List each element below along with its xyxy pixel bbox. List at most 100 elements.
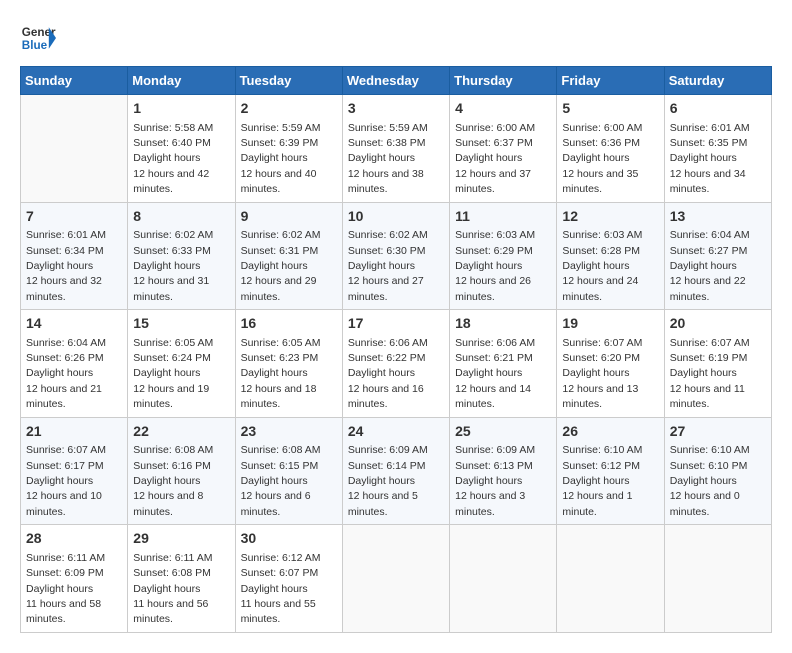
day-info: Sunrise: 6:09 AMSunset: 6:14 PMDaylight … [348,444,428,518]
calendar-cell [21,95,128,203]
day-info: Sunrise: 5:58 AMSunset: 6:40 PMDaylight … [133,122,213,196]
day-info: Sunrise: 6:03 AMSunset: 6:29 PMDaylight … [455,229,535,303]
weekday-header-friday: Friday [557,67,664,95]
calendar-cell: 30 Sunrise: 6:12 AMSunset: 6:07 PMDaylig… [235,525,342,633]
weekday-header-monday: Monday [128,67,235,95]
day-number: 23 [241,422,337,442]
calendar-cell [450,525,557,633]
calendar-cell [342,525,449,633]
day-number: 29 [133,529,229,549]
calendar-cell: 4 Sunrise: 6:00 AMSunset: 6:37 PMDayligh… [450,95,557,203]
calendar-cell: 15 Sunrise: 6:05 AMSunset: 6:24 PMDaylig… [128,310,235,418]
day-number: 17 [348,314,444,334]
day-info: Sunrise: 6:10 AMSunset: 6:10 PMDaylight … [670,444,750,518]
day-number: 15 [133,314,229,334]
day-info: Sunrise: 6:07 AMSunset: 6:20 PMDaylight … [562,337,642,411]
day-info: Sunrise: 6:01 AMSunset: 6:34 PMDaylight … [26,229,106,303]
day-info: Sunrise: 6:08 AMSunset: 6:15 PMDaylight … [241,444,321,518]
day-info: Sunrise: 6:12 AMSunset: 6:07 PMDaylight … [241,552,321,626]
calendar-cell [557,525,664,633]
calendar-cell: 28 Sunrise: 6:11 AMSunset: 6:09 PMDaylig… [21,525,128,633]
day-info: Sunrise: 5:59 AMSunset: 6:38 PMDaylight … [348,122,428,196]
day-info: Sunrise: 6:09 AMSunset: 6:13 PMDaylight … [455,444,535,518]
day-number: 7 [26,207,122,227]
day-number: 28 [26,529,122,549]
calendar-cell: 8 Sunrise: 6:02 AMSunset: 6:33 PMDayligh… [128,202,235,310]
calendar-cell: 7 Sunrise: 6:01 AMSunset: 6:34 PMDayligh… [21,202,128,310]
day-number: 14 [26,314,122,334]
calendar-cell: 2 Sunrise: 5:59 AMSunset: 6:39 PMDayligh… [235,95,342,203]
day-info: Sunrise: 6:02 AMSunset: 6:30 PMDaylight … [348,229,428,303]
day-number: 2 [241,99,337,119]
day-info: Sunrise: 5:59 AMSunset: 6:39 PMDaylight … [241,122,321,196]
day-number: 20 [670,314,766,334]
day-number: 22 [133,422,229,442]
day-number: 25 [455,422,551,442]
day-number: 8 [133,207,229,227]
weekday-header-sunday: Sunday [21,67,128,95]
day-number: 12 [562,207,658,227]
logo: General Blue [20,20,56,56]
day-number: 27 [670,422,766,442]
day-info: Sunrise: 6:07 AMSunset: 6:19 PMDaylight … [670,337,750,411]
day-info: Sunrise: 6:11 AMSunset: 6:08 PMDaylight … [133,552,212,626]
day-number: 13 [670,207,766,227]
day-number: 30 [241,529,337,549]
calendar-cell: 25 Sunrise: 6:09 AMSunset: 6:13 PMDaylig… [450,417,557,525]
calendar-cell: 1 Sunrise: 5:58 AMSunset: 6:40 PMDayligh… [128,95,235,203]
calendar-cell: 29 Sunrise: 6:11 AMSunset: 6:08 PMDaylig… [128,525,235,633]
day-info: Sunrise: 6:10 AMSunset: 6:12 PMDaylight … [562,444,642,518]
day-info: Sunrise: 6:08 AMSunset: 6:16 PMDaylight … [133,444,213,518]
calendar-cell: 16 Sunrise: 6:05 AMSunset: 6:23 PMDaylig… [235,310,342,418]
weekday-header-wednesday: Wednesday [342,67,449,95]
day-number: 18 [455,314,551,334]
calendar-cell: 26 Sunrise: 6:10 AMSunset: 6:12 PMDaylig… [557,417,664,525]
day-number: 4 [455,99,551,119]
day-number: 21 [26,422,122,442]
day-info: Sunrise: 6:11 AMSunset: 6:09 PMDaylight … [26,552,105,626]
svg-text:Blue: Blue [22,39,48,52]
day-number: 11 [455,207,551,227]
calendar-cell: 24 Sunrise: 6:09 AMSunset: 6:14 PMDaylig… [342,417,449,525]
calendar-cell: 9 Sunrise: 6:02 AMSunset: 6:31 PMDayligh… [235,202,342,310]
calendar-cell: 19 Sunrise: 6:07 AMSunset: 6:20 PMDaylig… [557,310,664,418]
day-info: Sunrise: 6:01 AMSunset: 6:35 PMDaylight … [670,122,750,196]
calendar-cell: 6 Sunrise: 6:01 AMSunset: 6:35 PMDayligh… [664,95,771,203]
day-info: Sunrise: 6:00 AMSunset: 6:37 PMDaylight … [455,122,535,196]
day-info: Sunrise: 6:00 AMSunset: 6:36 PMDaylight … [562,122,642,196]
day-info: Sunrise: 6:02 AMSunset: 6:31 PMDaylight … [241,229,321,303]
calendar-cell: 11 Sunrise: 6:03 AMSunset: 6:29 PMDaylig… [450,202,557,310]
calendar-cell: 27 Sunrise: 6:10 AMSunset: 6:10 PMDaylig… [664,417,771,525]
day-number: 16 [241,314,337,334]
weekday-header-tuesday: Tuesday [235,67,342,95]
day-info: Sunrise: 6:06 AMSunset: 6:21 PMDaylight … [455,337,535,411]
calendar-cell: 20 Sunrise: 6:07 AMSunset: 6:19 PMDaylig… [664,310,771,418]
calendar-cell: 22 Sunrise: 6:08 AMSunset: 6:16 PMDaylig… [128,417,235,525]
calendar-cell: 18 Sunrise: 6:06 AMSunset: 6:21 PMDaylig… [450,310,557,418]
calendar-cell: 12 Sunrise: 6:03 AMSunset: 6:28 PMDaylig… [557,202,664,310]
logo-icon: General Blue [20,20,56,56]
weekday-header-saturday: Saturday [664,67,771,95]
day-info: Sunrise: 6:06 AMSunset: 6:22 PMDaylight … [348,337,428,411]
day-number: 1 [133,99,229,119]
day-info: Sunrise: 6:02 AMSunset: 6:33 PMDaylight … [133,229,213,303]
calendar-cell: 17 Sunrise: 6:06 AMSunset: 6:22 PMDaylig… [342,310,449,418]
day-number: 24 [348,422,444,442]
calendar-cell: 3 Sunrise: 5:59 AMSunset: 6:38 PMDayligh… [342,95,449,203]
calendar-cell: 13 Sunrise: 6:04 AMSunset: 6:27 PMDaylig… [664,202,771,310]
day-info: Sunrise: 6:07 AMSunset: 6:17 PMDaylight … [26,444,106,518]
day-number: 26 [562,422,658,442]
day-info: Sunrise: 6:03 AMSunset: 6:28 PMDaylight … [562,229,642,303]
calendar-cell: 23 Sunrise: 6:08 AMSunset: 6:15 PMDaylig… [235,417,342,525]
day-info: Sunrise: 6:04 AMSunset: 6:26 PMDaylight … [26,337,106,411]
weekday-header-thursday: Thursday [450,67,557,95]
day-info: Sunrise: 6:04 AMSunset: 6:27 PMDaylight … [670,229,750,303]
day-info: Sunrise: 6:05 AMSunset: 6:24 PMDaylight … [133,337,213,411]
day-number: 5 [562,99,658,119]
day-number: 19 [562,314,658,334]
day-number: 6 [670,99,766,119]
calendar-cell: 5 Sunrise: 6:00 AMSunset: 6:36 PMDayligh… [557,95,664,203]
day-number: 10 [348,207,444,227]
calendar-cell: 10 Sunrise: 6:02 AMSunset: 6:30 PMDaylig… [342,202,449,310]
calendar-table: SundayMondayTuesdayWednesdayThursdayFrid… [20,66,772,633]
